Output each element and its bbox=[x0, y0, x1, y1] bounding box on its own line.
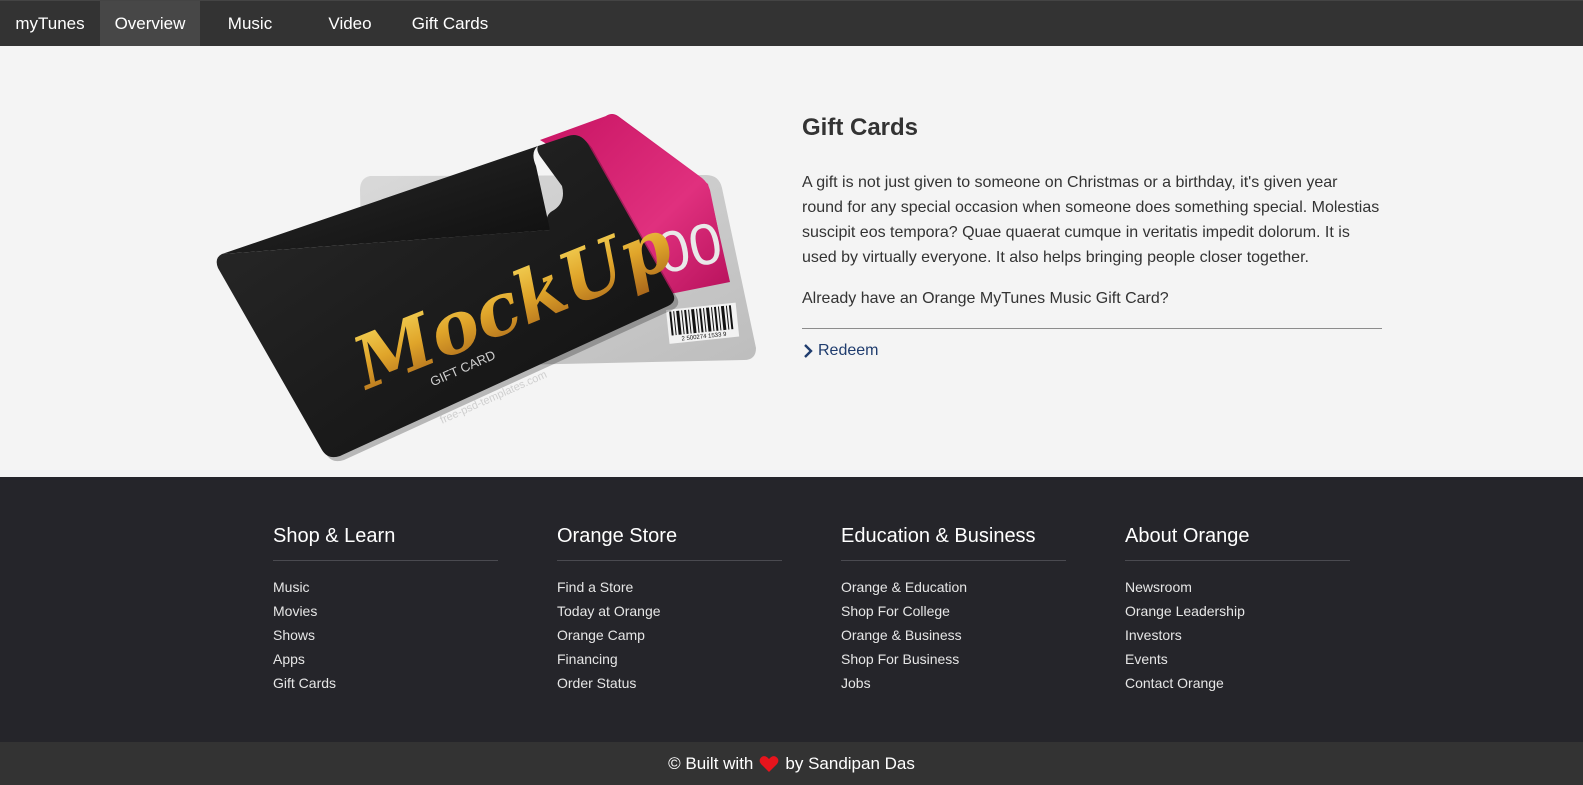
footer-link[interactable]: Music bbox=[273, 578, 498, 602]
footer-link[interactable]: Orange Camp bbox=[557, 626, 782, 650]
footer-link[interactable]: Investors bbox=[1125, 626, 1350, 650]
nav-item-gift-cards[interactable]: Gift Cards bbox=[400, 1, 500, 46]
footer-column-shop-learn: Shop & Learn Music Movies Shows Apps Gif… bbox=[273, 525, 498, 698]
gift-card-description: A gift is not just given to someone on C… bbox=[802, 174, 1380, 266]
nav-item-music[interactable]: Music bbox=[200, 1, 300, 46]
chevron-right-icon bbox=[804, 344, 813, 358]
footer-column-title: Shop & Learn bbox=[273, 525, 498, 561]
gift-card-mockup-illustration: 00 2 500274 1533 9 MockUp GIFT CARD free… bbox=[216, 114, 756, 462]
footer-link[interactable]: Events bbox=[1125, 650, 1350, 674]
footer-column-title: Orange Store bbox=[557, 525, 782, 561]
footer-link[interactable]: Orange Leadership bbox=[1125, 602, 1350, 626]
footer-link[interactable]: Orange & Education bbox=[841, 578, 1066, 602]
site-footer: Shop & Learn Music Movies Shows Apps Gif… bbox=[0, 477, 1583, 742]
footer-column-title: Education & Business bbox=[841, 525, 1066, 561]
footer-link[interactable]: Shop For College bbox=[841, 602, 1066, 626]
footer-link[interactable]: Jobs bbox=[841, 674, 1066, 698]
heart-icon bbox=[760, 755, 779, 772]
brand-link[interactable]: myTunes bbox=[0, 1, 100, 46]
footer-link[interactable]: Gift Cards bbox=[273, 674, 498, 698]
footer-link[interactable]: Newsroom bbox=[1125, 578, 1350, 602]
credit-prefix: © Built with bbox=[668, 753, 754, 773]
redeem-link[interactable]: Redeem bbox=[802, 342, 878, 360]
nav-item-overview[interactable]: Overview bbox=[100, 1, 200, 46]
footer-link[interactable]: Today at Orange bbox=[557, 602, 782, 626]
content-divider bbox=[802, 328, 1382, 329]
barcode: 2 500274 1533 9 bbox=[666, 302, 740, 344]
footer-column-orange-store: Orange Store Find a Store Today at Orang… bbox=[557, 525, 782, 698]
footer-column-education-business: Education & Business Orange & Education … bbox=[841, 525, 1066, 698]
footer-link[interactable]: Financing bbox=[557, 650, 782, 674]
top-navbar: myTunes Overview Music Video Gift Cards bbox=[0, 0, 1583, 46]
credit-bar: © Built with by Sandipan Das bbox=[0, 742, 1583, 785]
redeem-question: Already have an Orange MyTunes Music Gif… bbox=[802, 290, 1169, 307]
footer-link[interactable]: Orange & Business bbox=[841, 626, 1066, 650]
nav-item-video[interactable]: Video bbox=[300, 1, 400, 46]
footer-link[interactable]: Order Status bbox=[557, 674, 782, 698]
gift-card-content: Gift Cards A gift is not just given to s… bbox=[802, 114, 1382, 363]
gift-card-hero: 00 2 500274 1533 9 MockUp GIFT CARD free… bbox=[0, 46, 1583, 477]
footer-link[interactable]: Movies bbox=[273, 602, 498, 626]
footer-link[interactable]: Find a Store bbox=[557, 578, 782, 602]
footer-link[interactable]: Apps bbox=[273, 650, 498, 674]
credit-suffix: by Sandipan Das bbox=[785, 753, 915, 773]
footer-link[interactable]: Shop For Business bbox=[841, 650, 1066, 674]
page-title: Gift Cards bbox=[802, 114, 919, 141]
footer-link[interactable]: Shows bbox=[273, 626, 498, 650]
redeem-label: Redeem bbox=[818, 342, 879, 359]
gift-card-image: 00 2 500274 1533 9 MockUp GIFT CARD free… bbox=[210, 106, 770, 466]
footer-column-about-orange: About Orange Newsroom Orange Leadership … bbox=[1125, 525, 1350, 698]
footer-link[interactable]: Contact Orange bbox=[1125, 674, 1350, 698]
footer-column-title: About Orange bbox=[1125, 525, 1350, 561]
